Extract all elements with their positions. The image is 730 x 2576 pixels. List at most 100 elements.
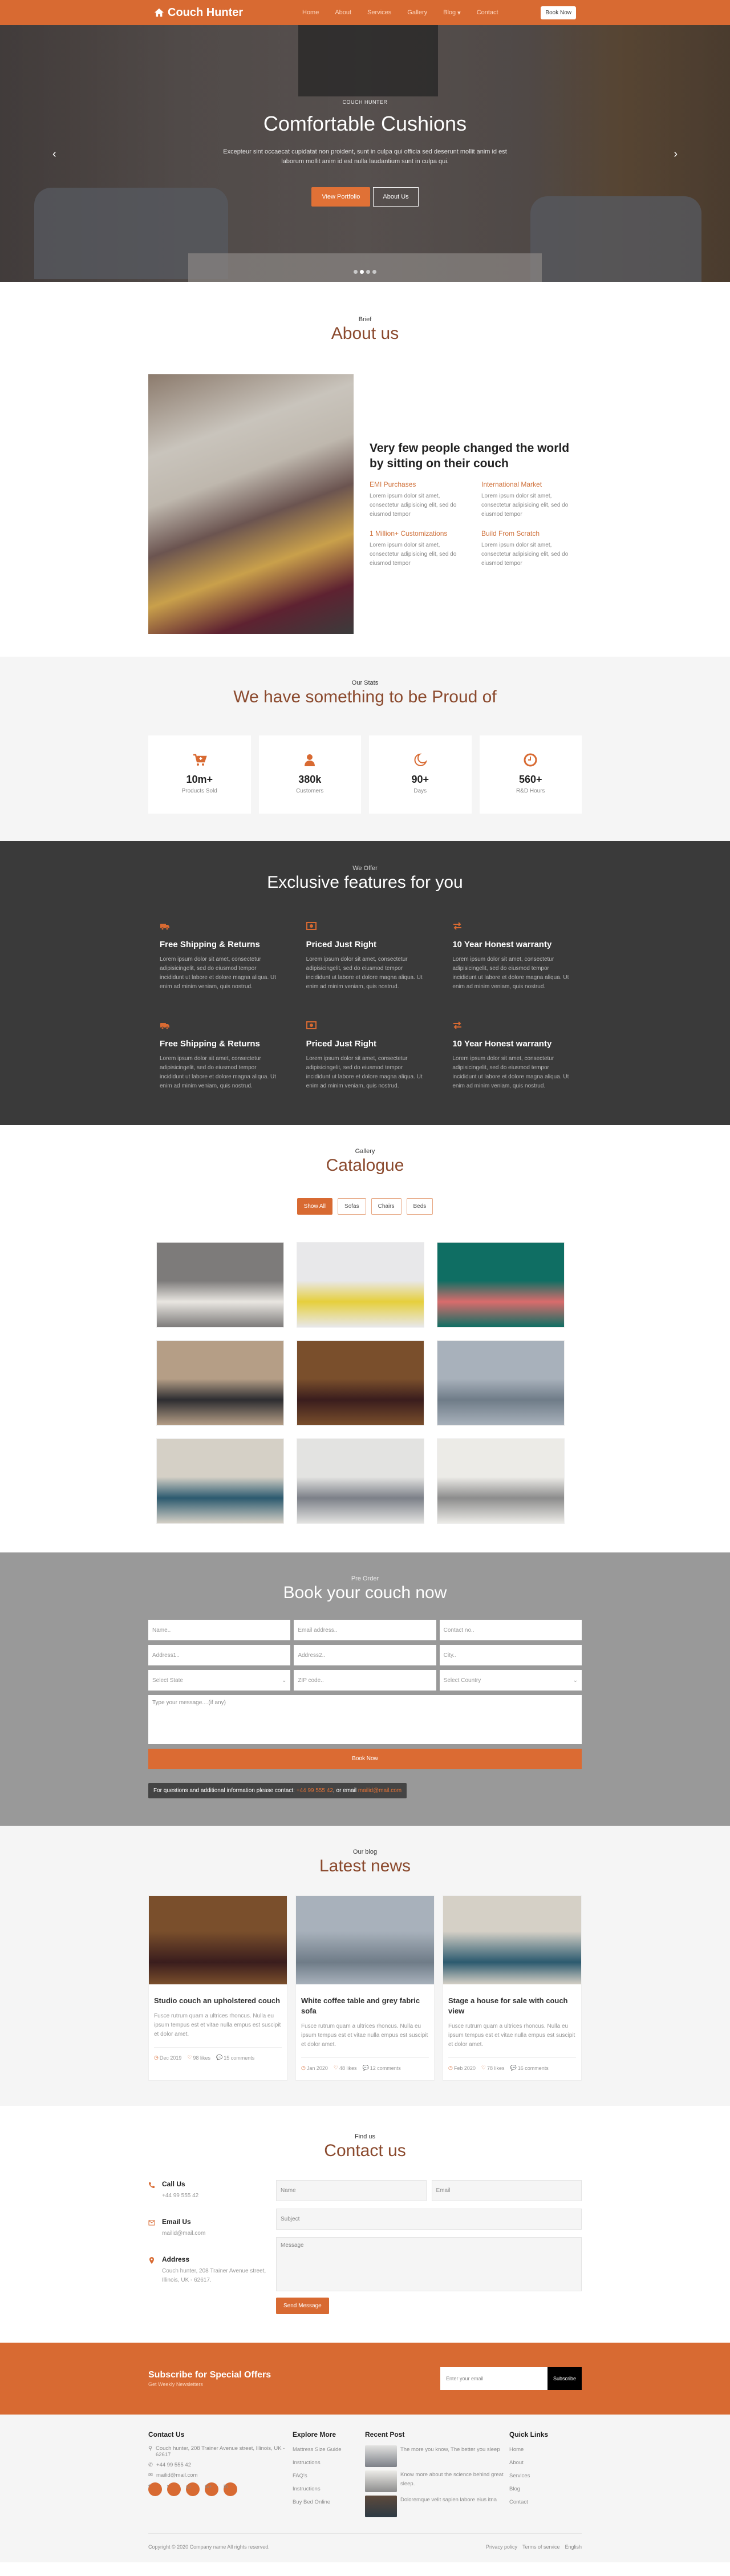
contact-info-banner: For questions and additional information…: [148, 1783, 407, 1798]
nav-about[interactable]: About: [335, 9, 351, 17]
about-item: 1 Million+ Customizations Lorem ipsum dol…: [370, 529, 470, 568]
blog-kicker: Our blog: [352, 1849, 378, 1855]
gallery-image[interactable]: [437, 1242, 565, 1328]
subscribe-email-input[interactable]: Enter your email: [440, 2367, 548, 2390]
facebook-icon[interactable]: f: [148, 2482, 162, 2496]
address2-field[interactable]: Address2..: [294, 1645, 436, 1665]
contact-subject-input[interactable]: Subject: [276, 2209, 582, 2230]
footer-explore-link[interactable]: FAQ's: [293, 2472, 365, 2481]
privacy-policy-link[interactable]: Privacy policy: [486, 2544, 517, 2550]
blog-card[interactable]: White coffee table and grey fabric sofa …: [295, 1895, 435, 2081]
footer-explore-link[interactable]: Instructions: [293, 2458, 365, 2468]
state-select[interactable]: Select State ⌄: [148, 1670, 291, 1691]
zip-field[interactable]: ZIP code..: [294, 1670, 436, 1691]
carousel-dot[interactable]: [354, 270, 358, 274]
contact-item-title: Address: [162, 2255, 190, 2263]
footer-col-title: Recent Post: [365, 2431, 405, 2438]
blog-card[interactable]: Stage a house for sale with couch view F…: [443, 1895, 582, 2081]
footer-quick-link[interactable]: Home: [509, 2445, 582, 2454]
filter-beds[interactable]: Beds: [406, 1198, 433, 1215]
address1-field[interactable]: Address1..: [148, 1645, 291, 1665]
gallery-image[interactable]: [437, 1340, 565, 1426]
language-link[interactable]: English: [565, 2544, 582, 2550]
footer-explore-link[interactable]: Mattress Size Guide: [293, 2445, 365, 2454]
subscribe-button[interactable]: Subscribe: [548, 2367, 582, 2390]
contact-message-textarea[interactable]: Message: [276, 2237, 582, 2291]
stat-value: 380k: [298, 774, 322, 785]
footer-quick-link[interactable]: Contact: [509, 2498, 582, 2507]
blog-title: Latest news: [319, 1857, 411, 1875]
brand-logo[interactable]: Couch Hunter: [154, 6, 279, 19]
gallery-image[interactable]: [297, 1242, 424, 1328]
view-portfolio-button[interactable]: View Portfolio: [311, 187, 371, 207]
carousel-dot[interactable]: [372, 270, 376, 274]
contact-item-text: mailid@mail.com: [162, 2230, 206, 2237]
recent-post[interactable]: Know more about the science behind great…: [365, 2470, 509, 2492]
money-icon: [306, 922, 317, 933]
about-us-button[interactable]: About Us: [373, 187, 419, 207]
gallery-section: Gallery Catalogue Show All Sofas Chairs …: [0, 1125, 730, 1552]
nav-blog[interactable]: Blog ▾: [443, 9, 461, 17]
nav-gallery[interactable]: Gallery: [407, 9, 427, 17]
recent-post-thumbnail: [365, 2470, 397, 2492]
filter-show-all[interactable]: Show All: [297, 1198, 333, 1215]
carousel-dot[interactable]: [366, 270, 370, 274]
brand-name: Couch Hunter: [168, 6, 244, 19]
google-plus-icon[interactable]: G+: [205, 2482, 218, 2496]
map-marker-icon: [149, 2257, 154, 2264]
stat-card: 560+ R&D Hours: [479, 735, 582, 814]
send-message-button[interactable]: Send Message: [276, 2298, 329, 2314]
footer-quick-link[interactable]: Services: [509, 2472, 582, 2481]
blog-card-title[interactable]: White coffee table and grey fabric sofa: [301, 1996, 429, 2016]
message-textarea[interactable]: Type your message....(if any): [148, 1695, 582, 1744]
blog-card-title[interactable]: Studio couch an upholstered couch: [154, 1996, 282, 2006]
feature-text: Lorem ipsum dolor sit amet, consectetur …: [452, 1056, 569, 1089]
gallery-image[interactable]: [297, 1340, 424, 1426]
footer-col-title: Explore More: [293, 2431, 336, 2438]
email-field[interactable]: Email address..: [294, 1620, 436, 1640]
gallery-image[interactable]: [297, 1438, 424, 1524]
blog-card-text: Fusce rutrum quam a ultrices rhoncus. Nu…: [154, 2013, 281, 2037]
about-item-text: Lorem ipsum dolor sit amet, consectetur …: [370, 541, 457, 567]
blog-likes: 98 likes: [193, 2055, 210, 2061]
terms-link[interactable]: Terms of service: [522, 2544, 560, 2550]
nav-services[interactable]: Services: [367, 9, 391, 17]
nav-contact[interactable]: Contact: [477, 9, 498, 17]
recent-post[interactable]: Doloremque velit sapien labore eius itna: [365, 2496, 509, 2517]
contact-name-input[interactable]: Name: [276, 2180, 427, 2201]
carousel-dot[interactable]: [360, 270, 364, 274]
twitter-icon[interactable]: t: [167, 2482, 181, 2496]
footer-quick-link[interactable]: About: [509, 2458, 582, 2468]
hero-bg-tv: [298, 25, 438, 96]
country-select[interactable]: Select Country ⌄: [439, 1670, 582, 1691]
info-phone-link[interactable]: +44 99 555 42: [297, 1788, 333, 1794]
gallery-image[interactable]: [156, 1242, 284, 1328]
carousel-indicators: [0, 270, 730, 274]
contact-item-text: Couch hunter, 208 Trainer Avenue street,…: [162, 2268, 266, 2283]
contact-field[interactable]: Contact no..: [439, 1620, 582, 1640]
instagram-icon[interactable]: ◎: [186, 2482, 200, 2496]
heart-icon: ♡: [333, 2065, 338, 2070]
blog-card-image: [149, 1896, 287, 1984]
book-now-submit-button[interactable]: Book Now: [148, 1749, 582, 1769]
footer-explore-link[interactable]: Instructions: [293, 2485, 365, 2494]
book-now-button[interactable]: Book Now: [541, 6, 576, 19]
blog-card[interactable]: Studio couch an upholstered couch Fusce …: [148, 1895, 287, 2081]
linkedin-icon[interactable]: in: [224, 2482, 237, 2496]
gallery-image[interactable]: [437, 1438, 565, 1524]
blog-card-title[interactable]: Stage a house for sale with couch view: [448, 1996, 576, 2016]
nav-home[interactable]: Home: [302, 9, 319, 17]
feature-title: Priced Just Right: [306, 1039, 377, 1049]
contact-email-input[interactable]: Email: [431, 2180, 582, 2201]
name-field[interactable]: Name..: [148, 1620, 291, 1640]
gallery-image[interactable]: [156, 1438, 284, 1524]
info-email-link[interactable]: mailid@mail.com: [358, 1788, 402, 1794]
gallery-image[interactable]: [156, 1340, 284, 1426]
filter-sofas[interactable]: Sofas: [338, 1198, 366, 1215]
city-field[interactable]: City..: [439, 1645, 582, 1665]
blog-comments: 16 comments: [517, 2065, 549, 2071]
recent-post[interactable]: The more you know, The better you sleep: [365, 2445, 509, 2467]
footer-explore-link[interactable]: Buy Bed Online: [293, 2498, 365, 2507]
footer-quick-link[interactable]: Blog: [509, 2485, 582, 2494]
filter-chairs[interactable]: Chairs: [371, 1198, 402, 1215]
